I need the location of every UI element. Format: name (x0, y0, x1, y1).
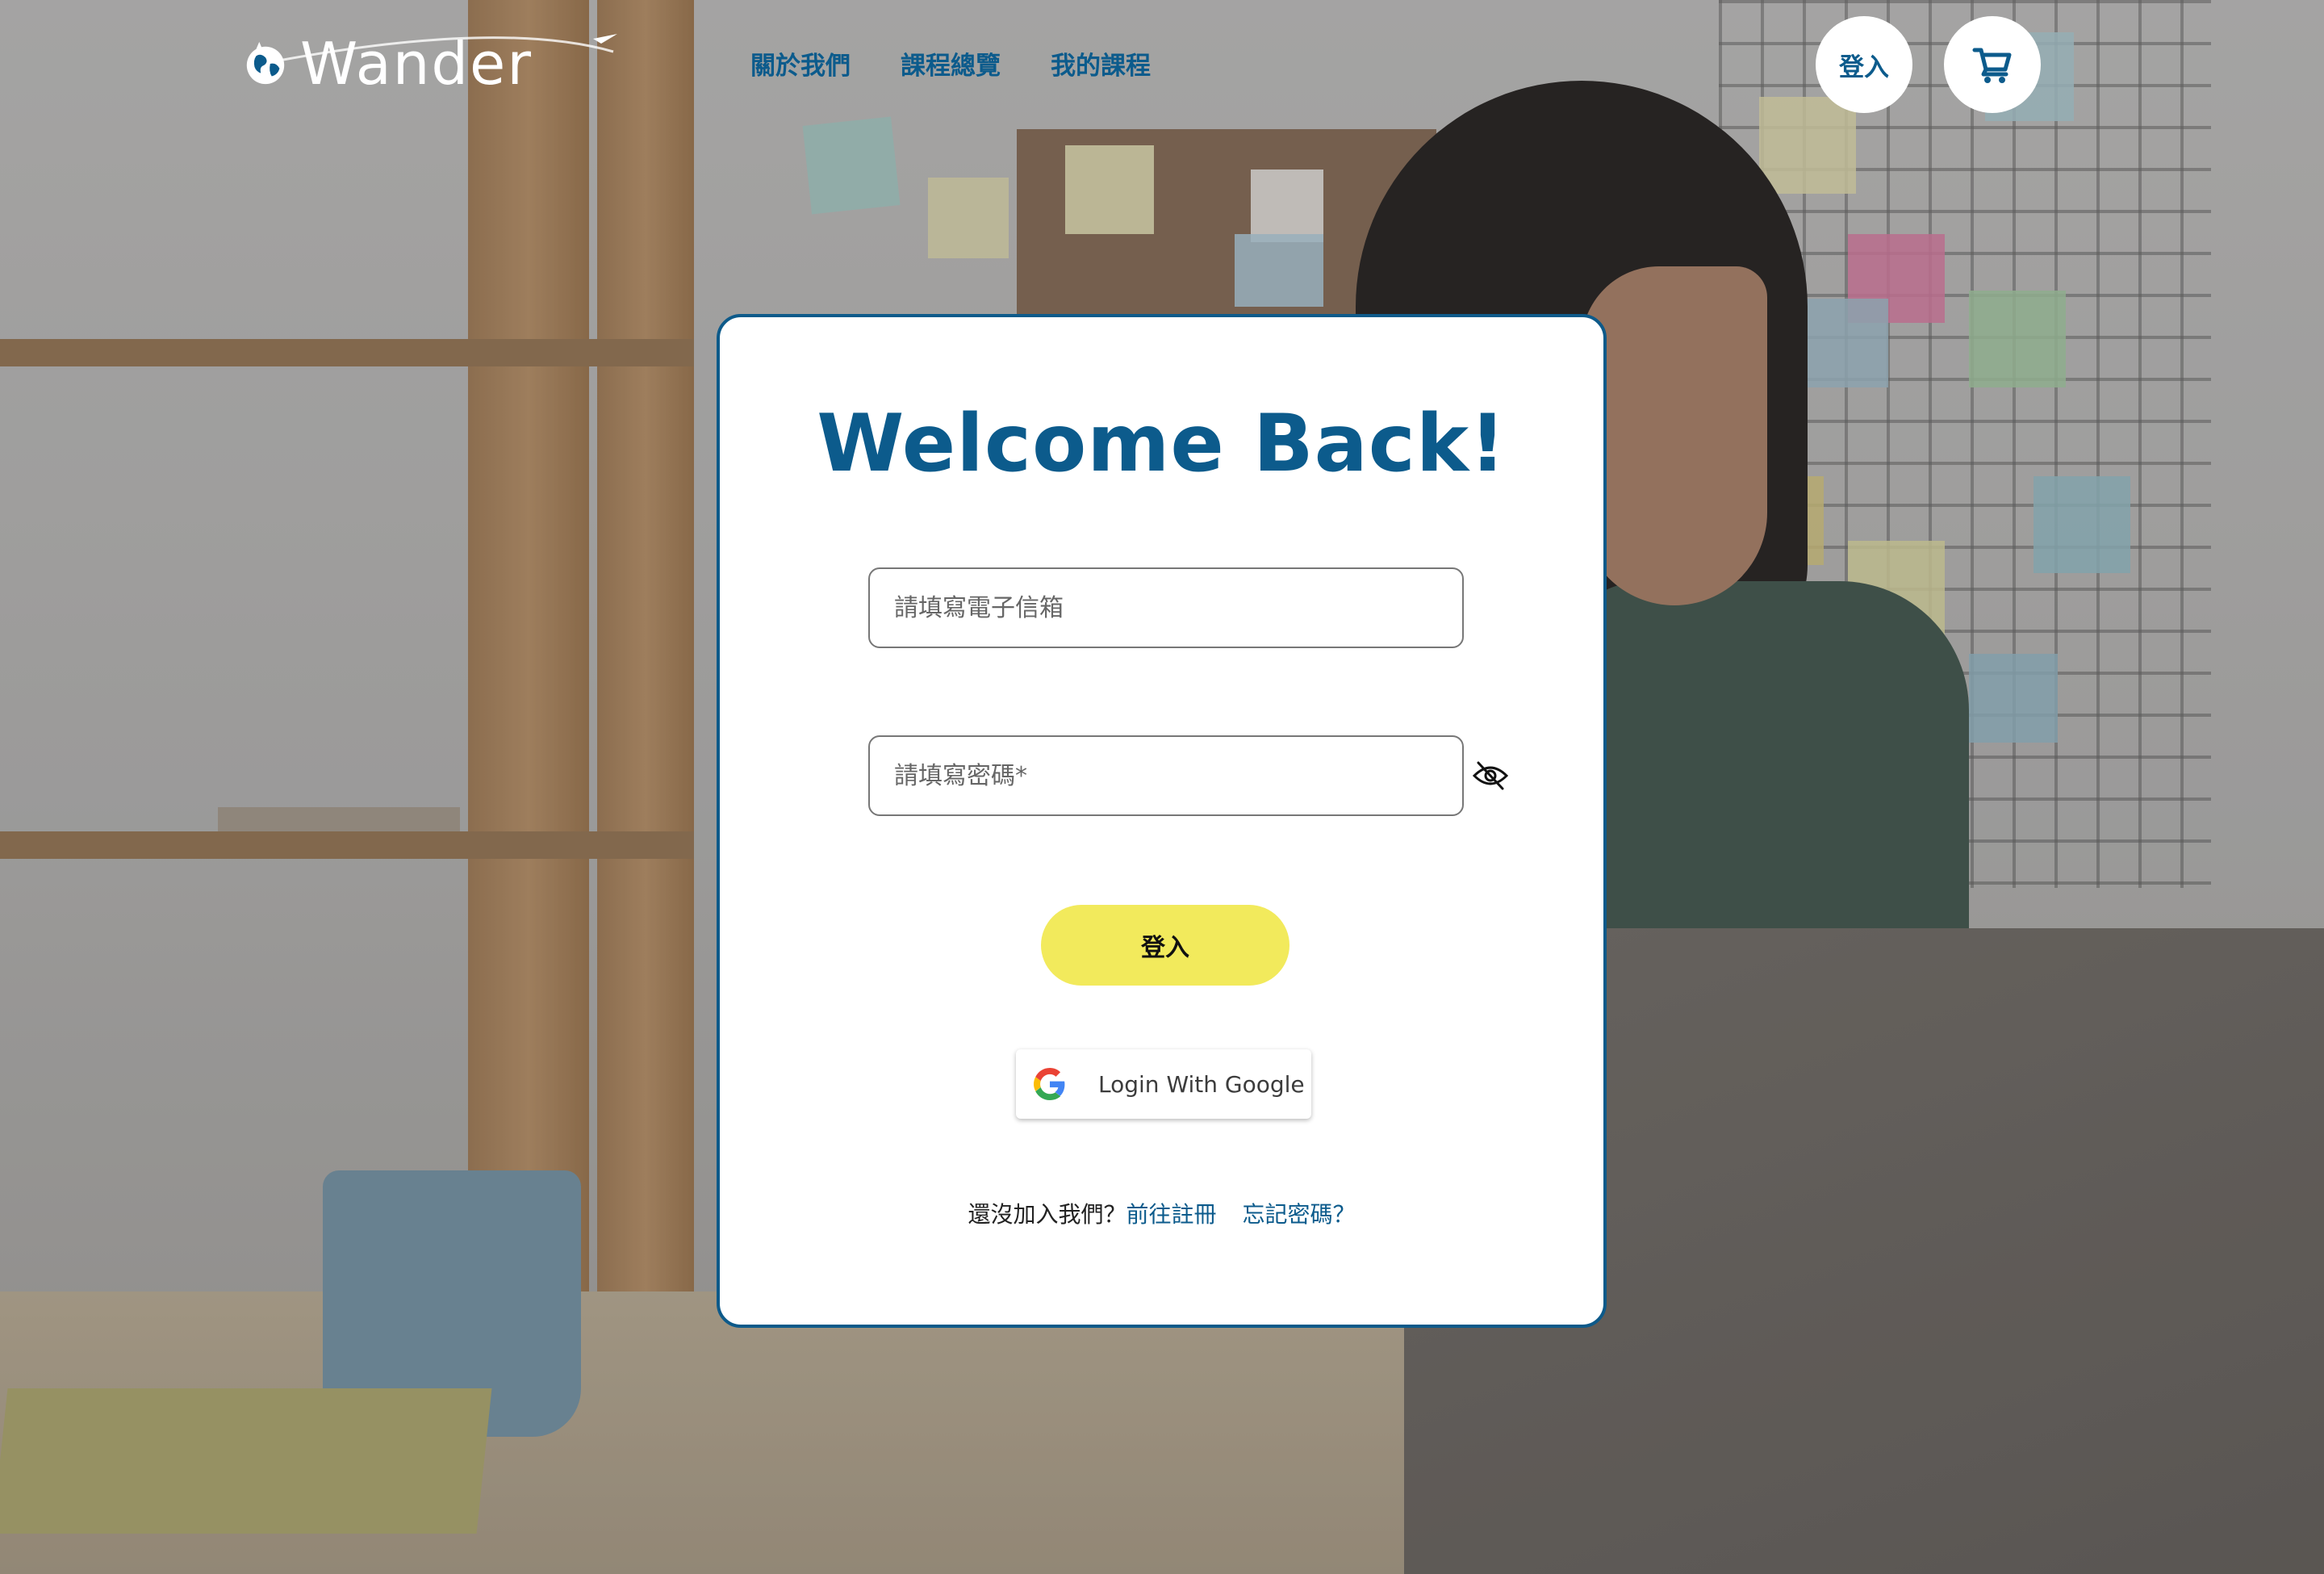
password-field[interactable] (868, 735, 1464, 816)
header-login-label: 登入 (1839, 52, 1889, 82)
nav-my-courses[interactable]: 我的課程 (1051, 45, 1151, 82)
header-login-button[interactable]: 登入 (1816, 16, 1912, 113)
signup-prompt: 還沒加入我們？ (968, 1201, 1126, 1228)
login-submit-button[interactable]: 登入 (1041, 905, 1289, 986)
site-header: Wander 關於我們 課程總覽 我的課程 登入 (0, 0, 2324, 129)
login-card: Welcome Back! 登入 Login With Google 還沒加入我… (717, 314, 1607, 1328)
eye-off-icon (1472, 761, 1509, 790)
wander-logo[interactable]: Wander (242, 27, 617, 100)
register-link[interactable]: 前往註冊 (1126, 1201, 1216, 1228)
email-field[interactable] (868, 567, 1464, 648)
forgot-password-link[interactable]: 忘記密碼？ (1243, 1201, 1356, 1228)
password-visibility-toggle[interactable] (1472, 760, 1512, 792)
page-title: Welcome Back! (817, 398, 1507, 490)
cart-button[interactable] (1944, 16, 2041, 113)
google-icon (1034, 1068, 1065, 1100)
nav-course-overview[interactable]: 課程總覽 (901, 45, 1001, 82)
card-footer-links: 還沒加入我們？前往註冊 忘記密碼？ (720, 1197, 1603, 1229)
google-login-label: Login With Google (1098, 1070, 1305, 1098)
google-login-button[interactable]: Login With Google (1016, 1049, 1311, 1119)
main-nav: 關於我們 課程總覽 我的課程 (750, 45, 1151, 82)
cart-icon (1972, 48, 2012, 83)
nav-about-us[interactable]: 關於我們 (750, 45, 851, 82)
login-page: Wander 關於我們 課程總覽 我的課程 登入 Welcome Back! 請… (0, 0, 2324, 1574)
